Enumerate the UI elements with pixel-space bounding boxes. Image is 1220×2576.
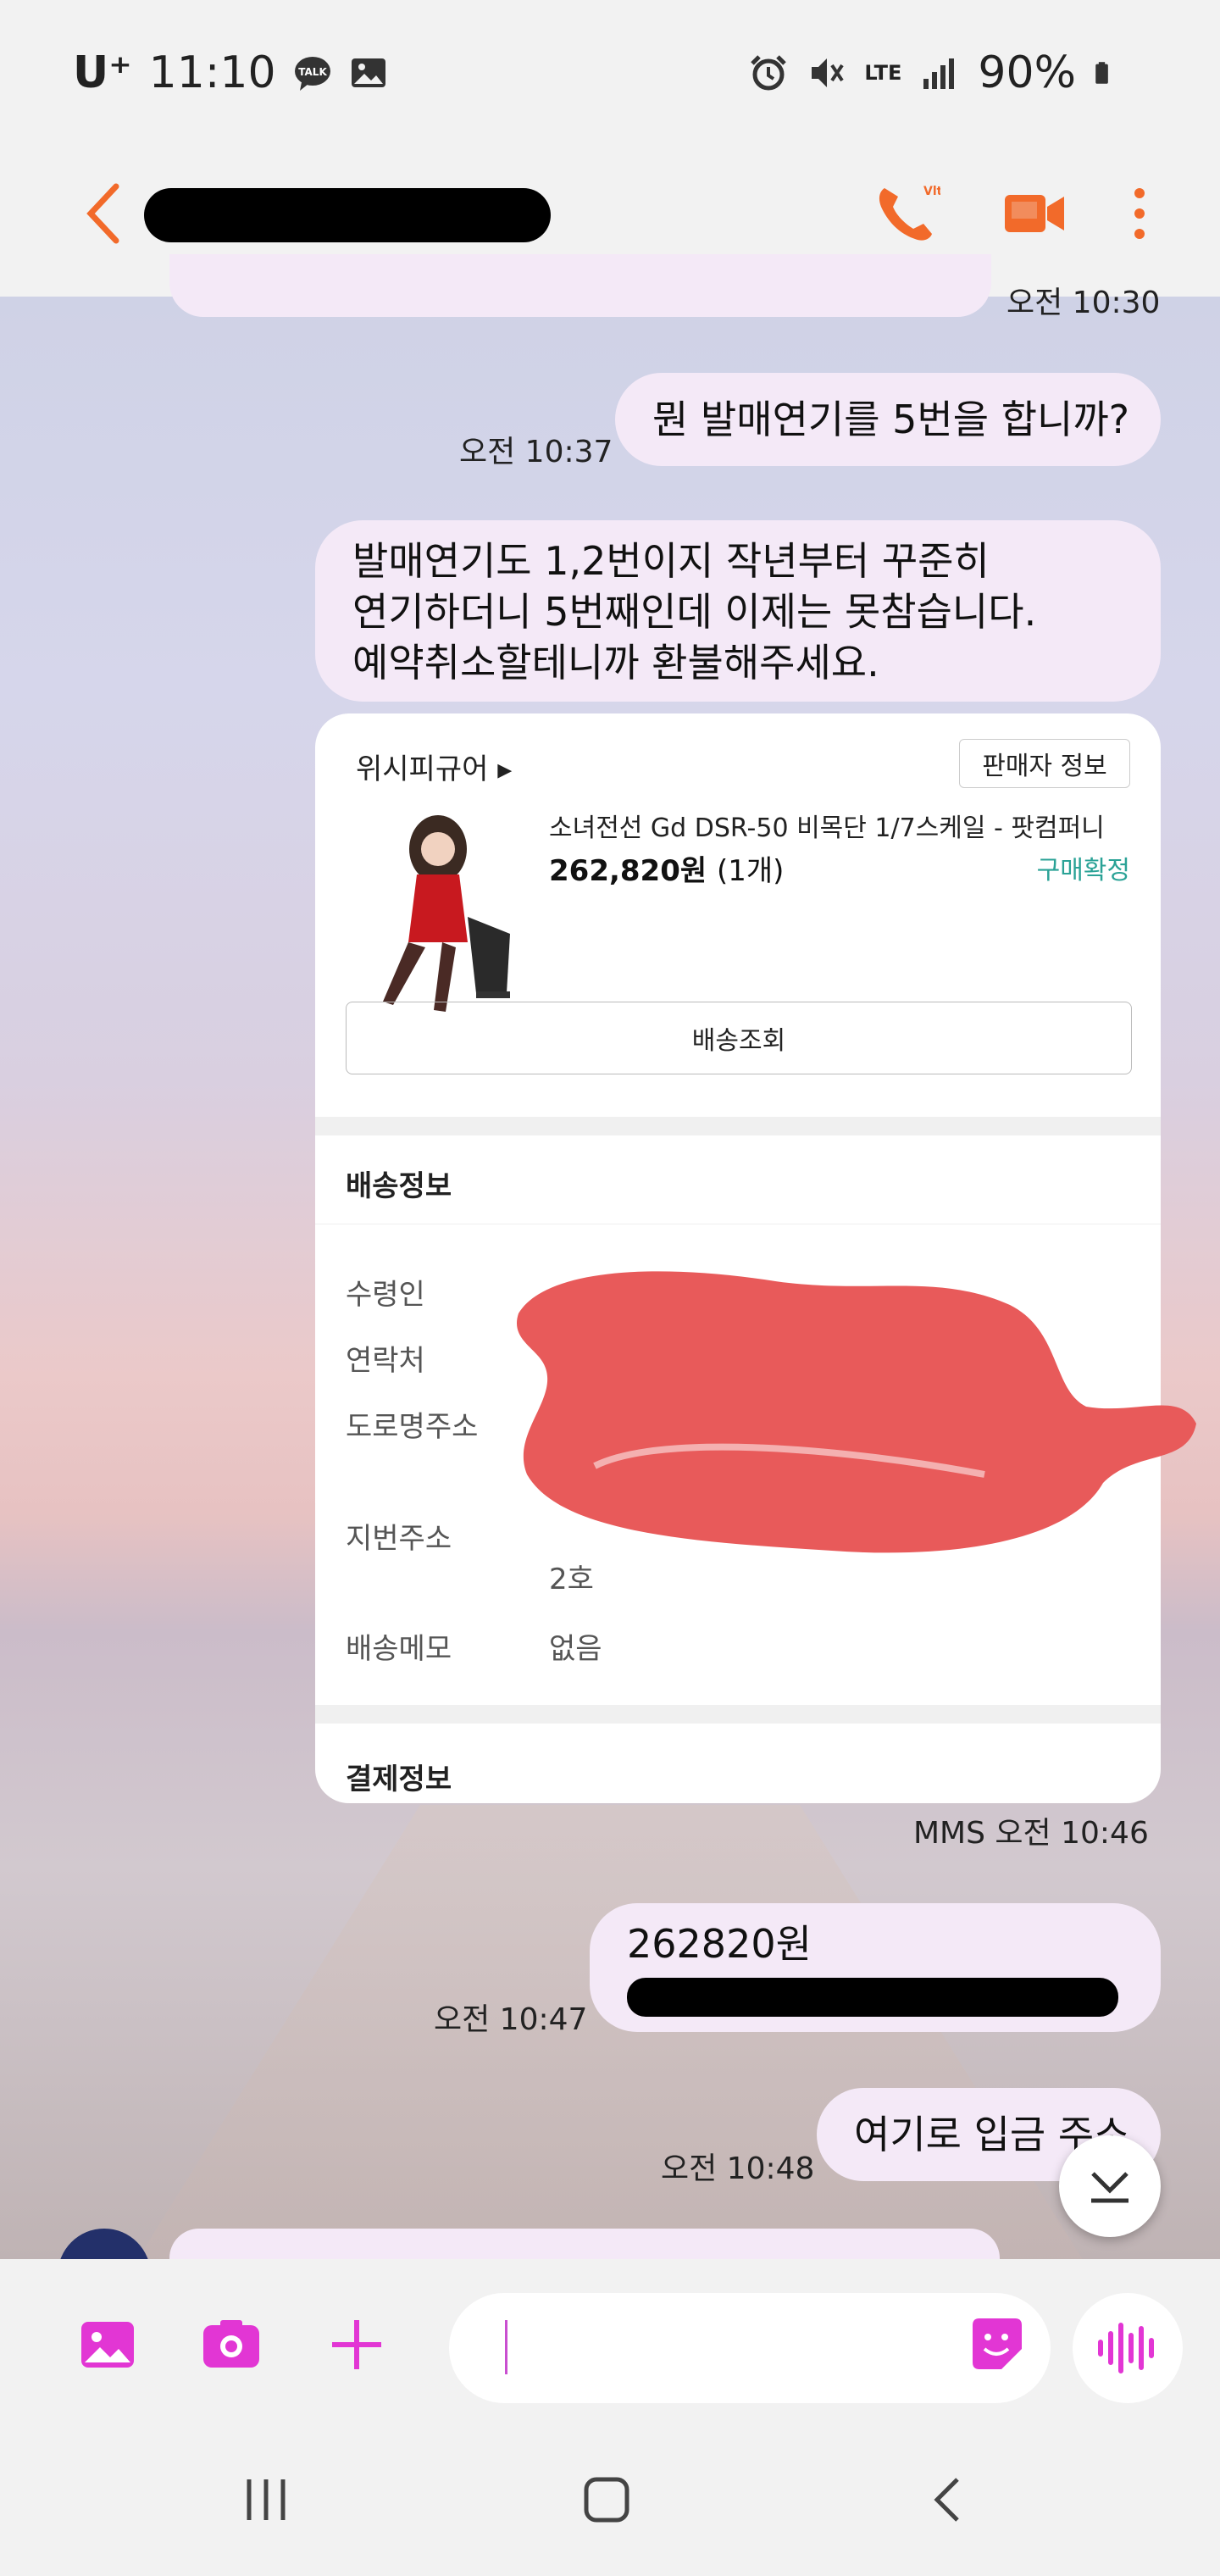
address-redaction xyxy=(516,1271,1196,1553)
message-time: 오전 10:47 xyxy=(434,2002,588,2037)
camera-icon[interactable] xyxy=(202,2315,261,2374)
signal-icon xyxy=(923,58,955,89)
section-divider xyxy=(315,1705,1161,1724)
battery-label: 90% xyxy=(978,47,1076,98)
message-time: 오전 10:48 xyxy=(661,2151,815,2186)
carrier-label: U⁺ xyxy=(73,47,132,98)
delivery-info-title: 배송정보 xyxy=(346,1169,452,1203)
payment-info-title: 결제정보 xyxy=(346,1763,452,1796)
plus-icon[interactable] xyxy=(327,2315,386,2374)
product-price: 262,820원 (1개) xyxy=(549,847,784,889)
product-name: 소녀전선 Gd DSR-50 비목단 1/7스케일 - 팟컴퍼니 xyxy=(549,813,1105,843)
row-label: 지번주소 xyxy=(346,1522,452,1556)
seller-info-button[interactable]: 판매자 정보 xyxy=(959,739,1130,788)
sticker-icon[interactable] xyxy=(968,2315,1027,2374)
order-card[interactable]: 위시피규어 ▸ 판매자 정보 소녀전선 Gd DSR-50 비목단 1/7스케일… xyxy=(315,713,1161,1803)
talk-icon: TALK xyxy=(294,57,330,91)
video-call-icon[interactable] xyxy=(1000,180,1068,247)
row-value: 없음 xyxy=(549,1632,602,1666)
text-cursor xyxy=(505,2320,507,2374)
network-label: LTE xyxy=(864,61,902,85)
background-pier xyxy=(136,1805,1084,2259)
clock: 11:10 xyxy=(148,47,276,98)
battery-icon xyxy=(1095,62,1108,84)
quantity: (1개) xyxy=(716,854,785,888)
more-options-icon[interactable] xyxy=(1127,180,1152,247)
gallery-icon xyxy=(351,58,385,87)
message-time: 오전 10:37 xyxy=(459,435,613,469)
status-bar: U⁺ 11:10 TALK LTE 90% xyxy=(0,0,1220,153)
section-divider xyxy=(315,1117,1161,1135)
message-bubble-partial[interactable] xyxy=(169,254,991,317)
chevron-left-icon[interactable] xyxy=(78,180,129,247)
message-bubble[interactable]: 262820원 xyxy=(590,1903,1161,2032)
back-nav-icon[interactable] xyxy=(923,2474,974,2525)
message-bubble[interactable]: 뭔 발매연기를 5번을 합니까? xyxy=(615,373,1161,466)
chevron-down-icon xyxy=(1091,2172,1128,2203)
vibrate-off-icon xyxy=(812,58,844,87)
alarm-icon xyxy=(751,55,787,91)
purchase-status: 구매확정 xyxy=(1036,856,1130,886)
row-label: 연락처 xyxy=(346,1344,425,1378)
contact-name-redaction xyxy=(144,188,551,242)
message-line: 연기하더니 5번째인데 이제는 못참습니다. xyxy=(352,589,1037,635)
account-redaction xyxy=(627,1978,1118,2017)
waveform-icon xyxy=(1098,2323,1154,2373)
row-label: 수령인 xyxy=(346,1278,425,1312)
shop-name[interactable]: 위시피규어 ▸ xyxy=(356,746,512,787)
vlte-badge: Vlte xyxy=(923,185,940,198)
mms-time: MMS 오전 10:46 xyxy=(913,1816,1149,1851)
message-line: 발매연기도 1,2번이지 작년부터 꾸준히 xyxy=(352,538,990,584)
row-label: 도로명주소 xyxy=(346,1410,479,1444)
status-right: LTE 90% xyxy=(749,47,1118,98)
voice-call-icon[interactable]: Vlte xyxy=(873,180,940,247)
product-image xyxy=(383,815,510,1012)
image-attach-icon[interactable] xyxy=(78,2315,137,2374)
scroll-to-bottom-button[interactable] xyxy=(1059,2135,1161,2237)
message-line: 예약취소할테니까 환불해주세요. xyxy=(352,640,879,686)
message-time: 오전 10:30 xyxy=(1006,286,1161,320)
header-actions: Vlte xyxy=(873,180,1152,247)
track-delivery-button[interactable]: 배송조회 xyxy=(346,1002,1132,1074)
message-text: 262820원 xyxy=(627,1921,812,1967)
voice-record-button[interactable] xyxy=(1073,2293,1183,2403)
svg-text:TALK: TALK xyxy=(298,66,327,78)
message-input[interactable] xyxy=(449,2293,1051,2403)
row-label: 배송메모 xyxy=(346,1632,452,1666)
status-left: U⁺ 11:10 TALK xyxy=(73,47,388,98)
recent-apps-icon[interactable] xyxy=(241,2474,291,2525)
message-bubble[interactable]: 발매연기도 1,2번이지 작년부터 꾸준히 연기하더니 5번째인데 이제는 못참… xyxy=(315,520,1161,702)
price-value: 262,820원 xyxy=(549,854,707,888)
home-icon[interactable] xyxy=(581,2474,632,2525)
message-text: 뭔 발매연기를 5번을 합니까? xyxy=(652,397,1130,442)
